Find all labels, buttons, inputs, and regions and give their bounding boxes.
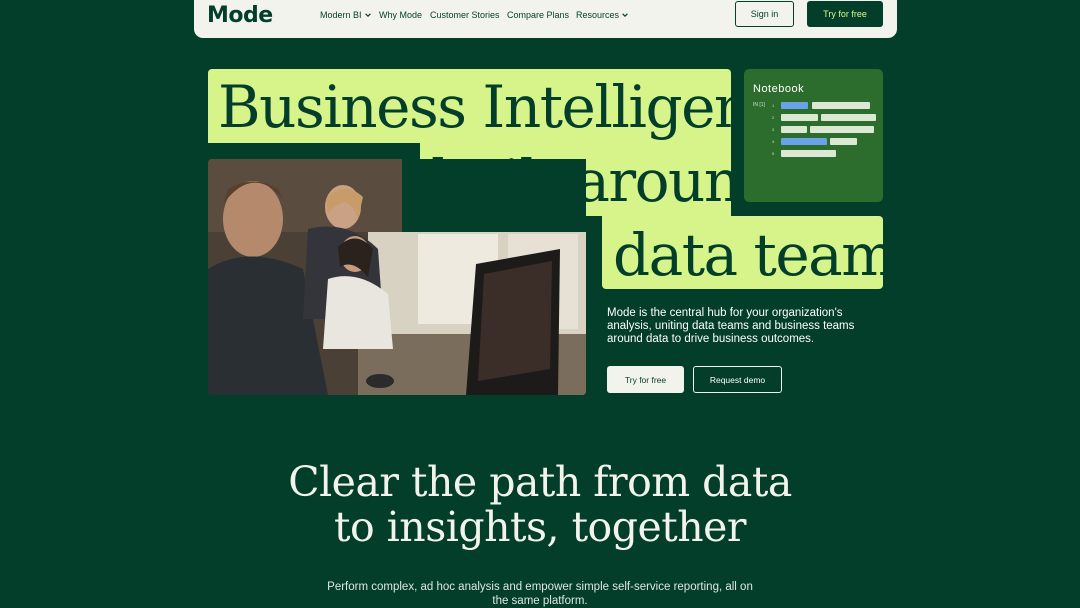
code-token [781,150,836,157]
nav-modern-bi[interactable]: Modern BI [320,10,372,20]
code-token [810,126,874,133]
nav-resources[interactable]: Resources [576,10,629,20]
code-token [830,138,857,145]
code-token [812,102,870,109]
try-for-free-nav-button[interactable]: Try for free [807,1,883,27]
code-token [821,114,876,121]
section-title: Clear the path from data to insights, to… [0,460,1080,550]
code-token [781,138,827,145]
section-title-line1: Clear the path from data [288,458,792,506]
nav-customer-stories-label: Customer Stories [430,10,500,20]
notebook-cell-label: IN [1] [753,102,765,108]
section-subtitle: Perform complex, ad hoc analysis and emp… [327,581,753,607]
chevron-down-icon [622,13,628,18]
line-number: 3 [772,127,775,132]
code-token [781,114,818,121]
nav-compare-plans[interactable]: Compare Plans [507,10,569,20]
hero-title-line3: data teams [613,221,925,289]
code-token [781,126,807,133]
try-for-free-hero-button[interactable]: Try for free [607,366,684,393]
hero-description: Mode is the central hub for your organiz… [607,307,855,345]
sign-in-button[interactable]: Sign in [735,1,794,27]
hero-title-line1: Business Intelligence [218,73,815,141]
chevron-down-icon [364,13,371,18]
nav-modern-bi-label: Modern BI [320,10,362,20]
top-nav: Mode Modern BI Why Mode Customer Stories… [194,0,897,38]
line-number: 4 [772,139,775,144]
nav-why-mode[interactable]: Why Mode [379,10,422,20]
line-number: 5 [772,151,775,156]
section-title-line2: to insights, together [333,503,747,551]
line-number: 1 [772,103,775,108]
code-token [781,102,808,109]
nav-customer-stories[interactable]: Customer Stories [430,10,500,20]
mode-logo[interactable]: Mode [207,3,273,28]
notebook-title: Notebook [753,83,805,95]
nav-resources-label: Resources [576,10,620,20]
request-demo-button[interactable]: Request demo [693,366,782,393]
notebook-card: Notebook IN [1] 1 2 3 4 5 [744,69,883,202]
photo-cutout [402,159,586,232]
line-number: 2 [772,115,775,120]
nav-compare-plans-label: Compare Plans [507,10,570,20]
nav-why-mode-label: Why Mode [379,10,423,20]
